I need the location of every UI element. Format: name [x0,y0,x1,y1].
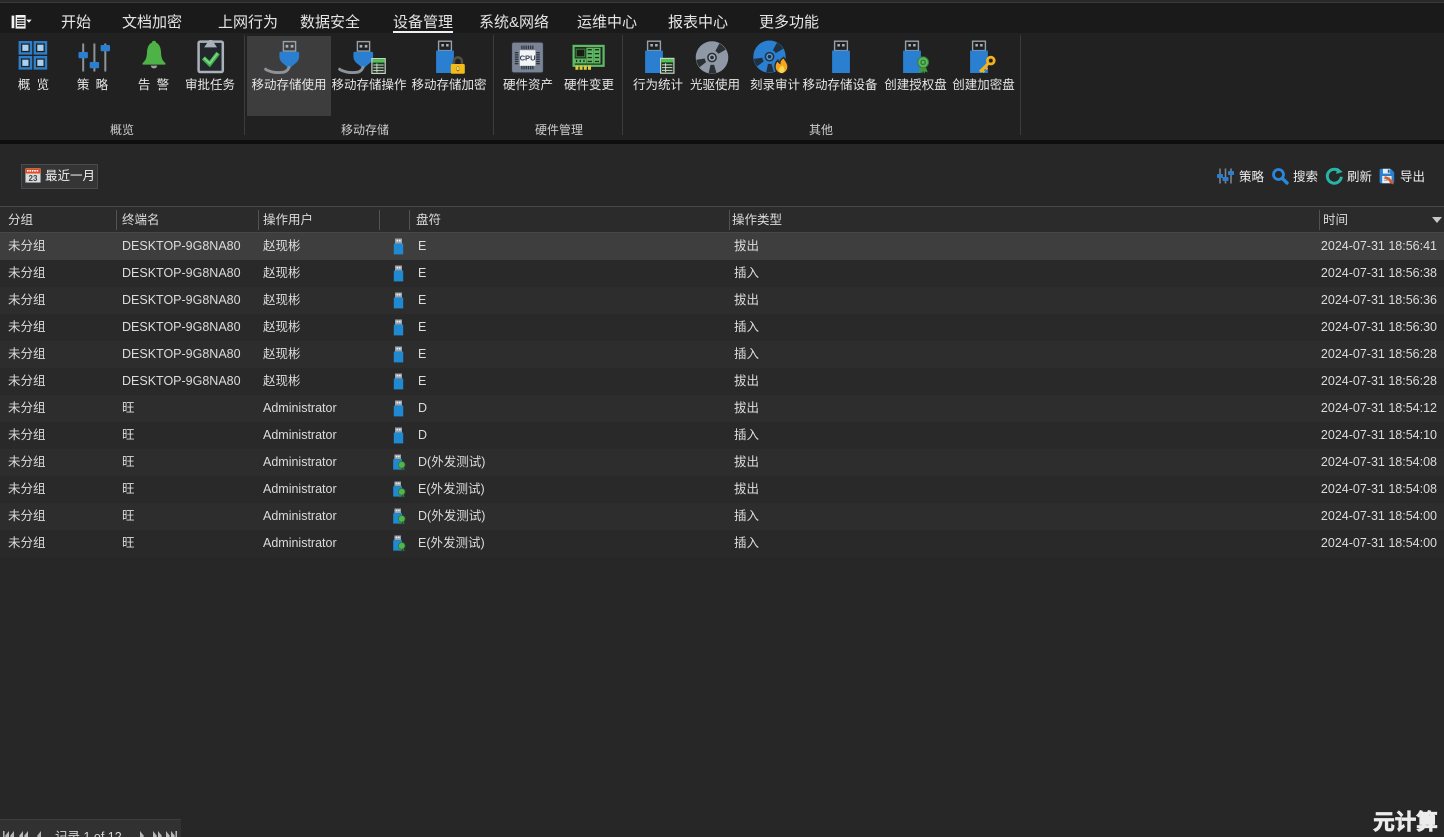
svg-text:23: 23 [29,174,38,183]
svg-text:CPU: CPU [520,53,537,62]
